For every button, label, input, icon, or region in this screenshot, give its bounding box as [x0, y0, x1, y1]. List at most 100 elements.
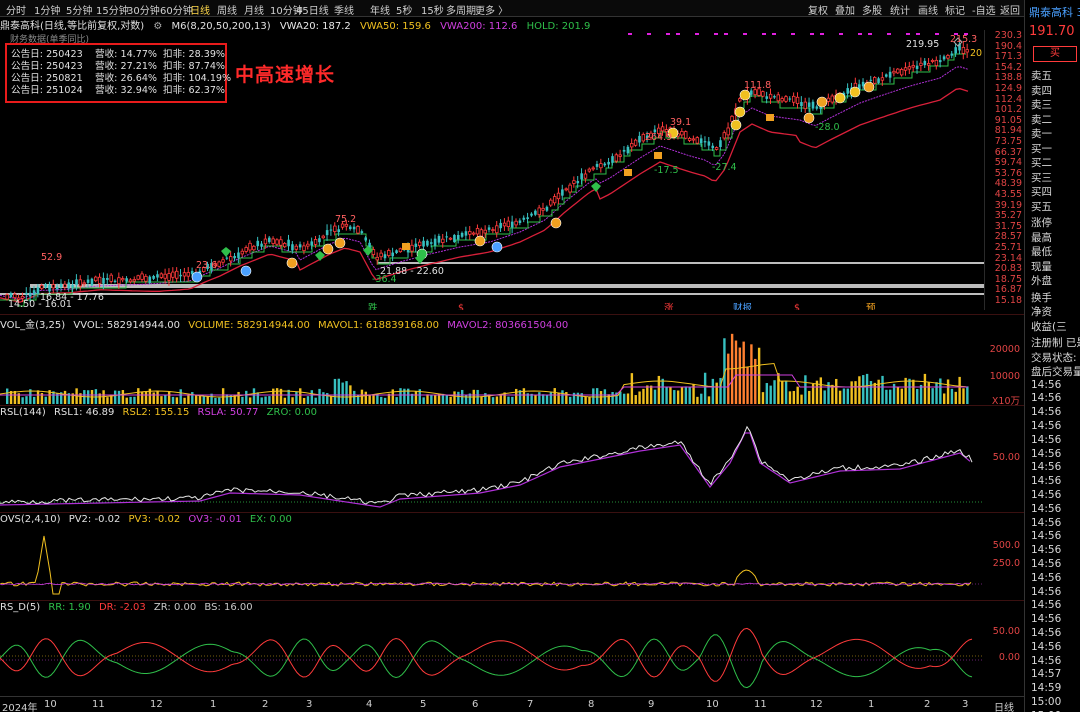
tab-5[interactable]: 60分钟 — [160, 2, 193, 17]
price-tick: 20.83 — [994, 263, 1022, 275]
time-tick: 11 — [754, 699, 767, 710]
time-tick: 2 — [262, 699, 269, 710]
volume-bar — [137, 388, 140, 404]
candle-body — [152, 275, 155, 279]
volume-bar — [916, 388, 919, 404]
candle-body — [291, 244, 294, 251]
tab-0[interactable]: 分时 — [6, 2, 26, 17]
volume-bar — [808, 390, 811, 404]
candle — [595, 160, 599, 170]
candle — [580, 168, 583, 185]
tab-3[interactable]: 15分钟 — [96, 2, 129, 17]
tab-7[interactable]: 周线 — [217, 2, 237, 17]
candle-body — [576, 180, 580, 184]
candle — [437, 233, 441, 245]
volume-bar — [576, 392, 580, 404]
volume-bar — [661, 378, 664, 404]
volume-bar — [842, 388, 846, 404]
tab-2[interactable]: 5分钟 — [66, 2, 92, 17]
tab-15[interactable]: 多周期 — [446, 2, 476, 17]
toolbar-right-4[interactable]: 画线 — [918, 2, 938, 17]
tab-16[interactable]: 更多 〉 — [475, 2, 508, 17]
annotation-111: 111.8 — [744, 80, 771, 91]
time-tick: 6 — [472, 699, 479, 710]
candle — [453, 233, 456, 244]
candle-body — [803, 101, 807, 110]
candle-body — [140, 273, 144, 280]
rsl-chart[interactable] — [0, 420, 984, 512]
toolbar-right-7[interactable]: 返回 — [1000, 2, 1020, 17]
volume-bar — [449, 396, 452, 404]
volume-bar — [264, 396, 267, 404]
candle — [888, 66, 892, 83]
tab-11[interactable]: 季线 — [334, 2, 354, 17]
candle-body — [896, 68, 900, 74]
toolbar-right-1[interactable]: 叠加 — [835, 2, 855, 17]
candle-body — [765, 96, 769, 99]
candle-body — [422, 240, 425, 247]
rsd-chart[interactable] — [0, 616, 984, 696]
candle — [800, 96, 803, 113]
toolbar-right-5[interactable]: 标记 — [945, 2, 965, 17]
tick-time: 14:56 — [1031, 475, 1062, 488]
volume-chart[interactable] — [0, 330, 984, 405]
volume-bar — [36, 390, 40, 404]
candle — [414, 238, 418, 253]
stock-name[interactable]: 鼎泰高科 30 — [1029, 4, 1080, 20]
volume-bar — [514, 388, 518, 404]
volume-bar — [742, 341, 745, 404]
volume-bar — [784, 381, 788, 404]
price-tick: 48.39 — [994, 178, 1022, 190]
candle-body — [703, 141, 707, 143]
volume-bar — [923, 373, 927, 404]
tick-time: 14:56 — [1031, 613, 1062, 626]
candle-body — [911, 65, 915, 68]
tab-14[interactable]: 15秒 — [421, 2, 444, 17]
toolbar-right-6[interactable]: -自选 — [972, 2, 996, 17]
tab-13[interactable]: 5秒 — [396, 2, 412, 17]
volume-bar — [399, 388, 402, 404]
candle — [899, 67, 904, 77]
tab-1[interactable]: 1分钟 — [34, 2, 60, 17]
ovs-chart[interactable] — [0, 528, 984, 600]
toolbar-right-2[interactable]: 多股 — [862, 2, 882, 17]
candle-body — [75, 279, 78, 286]
signal-marker — [810, 33, 814, 35]
candle — [518, 218, 522, 226]
candle-body — [51, 284, 56, 289]
tab-10[interactable]: 45日线 — [296, 2, 329, 17]
rsl-axis-50: 50.00 — [992, 452, 1020, 463]
volume-bar — [703, 372, 707, 404]
candle-body — [445, 236, 448, 238]
candle — [287, 234, 290, 252]
signal-marker — [868, 33, 872, 35]
tick-time: 14:56 — [1031, 640, 1062, 653]
tab-6[interactable]: 日线 — [190, 2, 210, 17]
candle — [907, 61, 912, 74]
candle-body — [48, 285, 51, 292]
candle-body — [375, 256, 379, 261]
candle-body — [800, 102, 803, 107]
volume-bar — [680, 387, 684, 404]
buy-button[interactable]: 买 — [1033, 46, 1077, 62]
volume-bar — [133, 396, 136, 404]
price-tick: 16.87 — [994, 284, 1022, 296]
toolbar-right-0[interactable]: 复权 — [808, 2, 828, 17]
tab-8[interactable]: 月线 — [244, 2, 264, 17]
volume-bar — [322, 392, 325, 404]
candle — [237, 247, 240, 264]
toolbar-right-3[interactable]: 统计 — [890, 2, 910, 17]
zr-label: ZR: 0.00 — [153, 602, 197, 613]
candle — [826, 93, 831, 106]
signal-coin-icon — [816, 96, 828, 108]
candle-body — [171, 271, 175, 278]
period-label[interactable]: 日线 — [984, 696, 1024, 712]
volume-bar — [707, 396, 711, 404]
candle-body — [125, 278, 128, 282]
tab-12[interactable]: 年线 — [370, 2, 390, 17]
volume-bar — [541, 394, 545, 404]
candle — [379, 249, 383, 261]
candle — [371, 246, 376, 258]
candle — [903, 62, 908, 76]
tab-4[interactable]: 30分钟 — [127, 2, 160, 17]
